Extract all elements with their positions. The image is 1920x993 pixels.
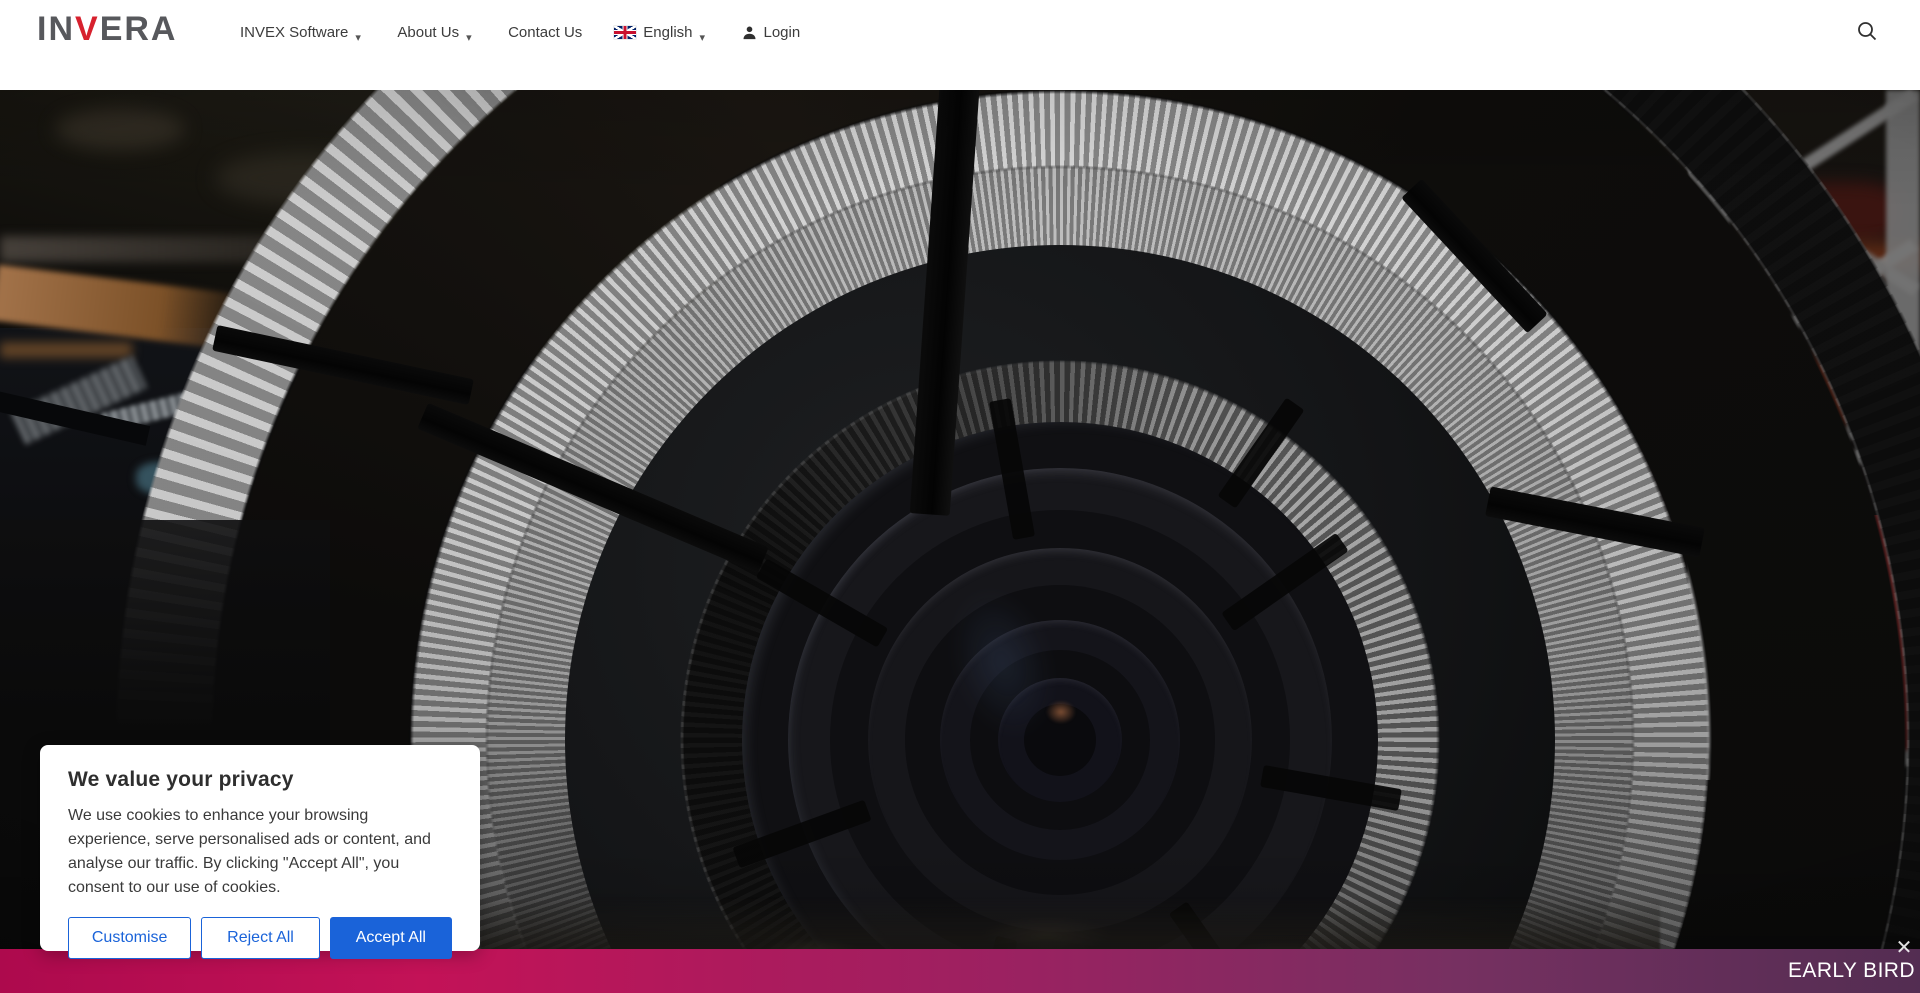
chevron-down-icon	[355, 28, 365, 38]
cookie-dialog-title: We value your privacy	[68, 768, 294, 791]
nav-label: INVEX Software	[240, 23, 349, 41]
nav-item-invex-software[interactable]: INVEX Software	[240, 24, 365, 41]
invera-logo[interactable]: INVERA	[37, 10, 177, 49]
login-label: Login	[763, 23, 801, 41]
customise-button[interactable]: Customise	[68, 917, 192, 959]
accept-all-button[interactable]: Accept All	[329, 917, 453, 959]
language-selector[interactable]: English	[614, 24, 709, 41]
close-icon[interactable]: ✕	[1890, 934, 1918, 962]
cookie-dialog-buttons: Customise Reject All Accept All	[68, 917, 453, 959]
logo-part: ERA	[99, 10, 178, 48]
logo-accent-letter: V	[75, 10, 100, 48]
main-nav: INVEX Software About Us Contact Us Engli…	[240, 0, 800, 64]
search-icon	[1858, 22, 1877, 41]
page: INVERA INVEX Software About Us Contact U…	[0, 0, 1920, 993]
chevron-down-icon	[466, 28, 476, 38]
language-label: English	[643, 23, 693, 41]
nav-label: Contact Us	[508, 23, 583, 41]
login-button[interactable]: Login	[742, 23, 801, 41]
search-button[interactable]	[1854, 19, 1880, 45]
promo-banner-text: EARLY BIRD RE	[1788, 959, 1920, 982]
nav-item-contact-us[interactable]: Contact Us	[508, 24, 582, 41]
nav-label: About Us	[397, 23, 460, 41]
cookie-dialog-body: We use cookies to enhance your browsing …	[68, 807, 431, 896]
chevron-down-icon	[700, 28, 710, 38]
person-icon	[743, 26, 755, 39]
uk-flag-icon	[614, 25, 637, 39]
logo-part: IN	[37, 10, 75, 48]
reject-all-button[interactable]: Reject All	[201, 917, 320, 959]
nav-item-about-us[interactable]: About Us	[397, 24, 476, 41]
top-navigation-bar: INVERA INVEX Software About Us Contact U…	[0, 0, 1920, 90]
cookie-consent-dialog: We value your privacy We use cookies to …	[40, 745, 480, 959]
